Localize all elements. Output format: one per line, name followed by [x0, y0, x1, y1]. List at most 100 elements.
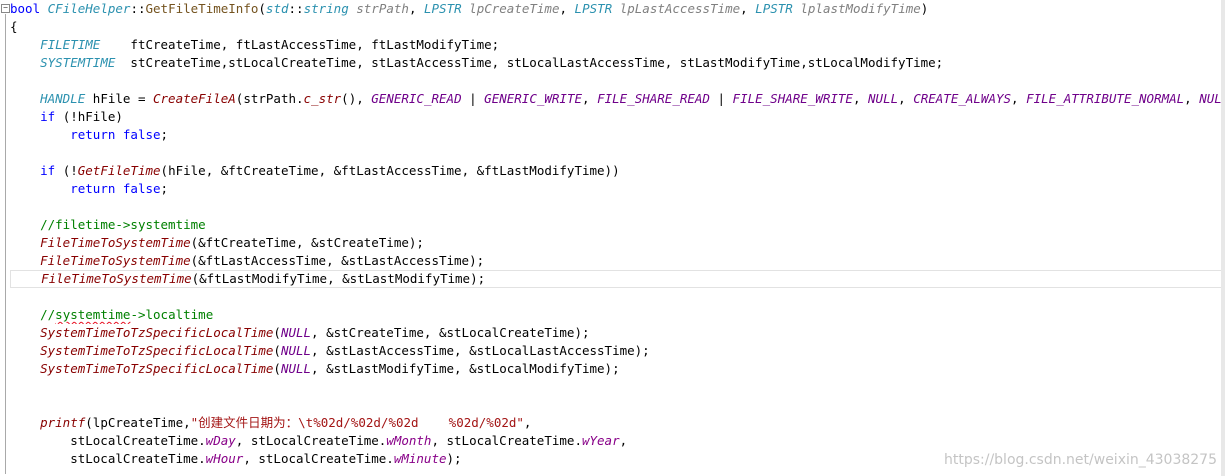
code-token-func-sys: FileTimeToSystemTime: [40, 235, 191, 250]
code-token-plain: , &stLastModifyTime, &stLocalModifyTime)…: [311, 361, 620, 376]
code-line[interactable]: stLocalCreateTime.wDay, stLocalCreateTim…: [10, 432, 1225, 450]
code-token-func-sys: FileTimeToSystemTime: [41, 271, 192, 286]
code-token-param: lpLastAccessTime: [619, 1, 741, 16]
code-line[interactable]: bool CFileHelper::GetFileTimeInfo(std::s…: [10, 0, 1225, 18]
code-token-plain: (),: [341, 91, 372, 106]
code-token-plain: (: [258, 1, 266, 16]
code-token-keyword: return: [70, 127, 116, 142]
code-token-plain: |: [709, 91, 733, 106]
code-token-keyword: false: [122, 127, 161, 142]
code-token-plain: );: [446, 451, 462, 466]
code-token-func-sys: c_str: [303, 91, 342, 106]
code-token-keyword: bool: [10, 1, 41, 16]
code-token-member: wHour: [205, 451, 244, 466]
code-token-plain: (!: [55, 163, 78, 178]
code-token-func-user: GetFileTimeInfo: [145, 1, 259, 16]
code-token-plain: hFile =: [85, 91, 153, 106]
code-line[interactable]: [10, 396, 1225, 414]
code-line[interactable]: //systemtime->localtime: [10, 306, 1225, 324]
code-line[interactable]: //filetime->systemtime: [10, 216, 1225, 234]
code-token-plain: ,: [408, 1, 424, 16]
code-line[interactable]: printf(lpCreateTime,"创建文件日期为：\t%02d/%02d…: [10, 414, 1225, 432]
code-token-plain: , stLocalCreateTime.: [235, 433, 387, 448]
code-editor[interactable]: − bool CFileHelper::GetFileTimeInfo(std:…: [0, 0, 1225, 476]
code-token-type: string: [303, 1, 349, 16]
code-token-plain: (lpCreateTime,: [85, 415, 191, 430]
code-token-param: lplastModifyTime: [800, 1, 921, 16]
code-token-plain: ,: [619, 433, 628, 448]
code-token-plain: ::: [288, 1, 304, 16]
code-line[interactable]: FileTimeToSystemTime(&ftLastModifyTime, …: [10, 270, 1223, 288]
code-token-macro: NULL: [868, 91, 899, 106]
code-token-plain: ftCreateTime, ftLastAccessTime, ftLastMo…: [100, 37, 500, 52]
code-line[interactable]: SystemTimeToTzSpecificLocalTime(NULL, &s…: [10, 360, 1225, 378]
code-token-macro: GENERIC_READ: [371, 91, 462, 106]
code-token-member: wDay: [205, 433, 236, 448]
code-line[interactable]: return false;: [10, 180, 1225, 198]
code-line[interactable]: SystemTimeToTzSpecificLocalTime(NULL, &s…: [10, 324, 1225, 342]
code-token-plain: , stLocalCreateTime.: [243, 451, 394, 466]
code-token-plain: , stLocalCreateTime.: [431, 433, 582, 448]
code-line[interactable]: FileTimeToSystemTime(&ftCreateTime, &stC…: [10, 234, 1225, 252]
code-line[interactable]: [10, 378, 1225, 396]
code-token-func-sys: SystemTimeToTzSpecificLocalTime: [40, 325, 274, 340]
code-token-func-sys: SystemTimeToTzSpecificLocalTime: [40, 343, 274, 358]
code-token-plain: ): [920, 1, 929, 16]
code-line[interactable]: [10, 288, 1225, 306]
code-token-param: strPath: [356, 1, 409, 16]
code-area[interactable]: bool CFileHelper::GetFileTimeInfo(std::s…: [10, 0, 1225, 468]
code-line[interactable]: if (!hFile): [10, 108, 1225, 126]
code-token-func-sys: GetFileTime: [77, 163, 161, 178]
code-line[interactable]: [10, 72, 1225, 90]
code-token-plain: ;: [160, 181, 169, 196]
vertical-scrollbar[interactable]: [1221, 0, 1225, 476]
code-token-macro: NULL: [280, 361, 312, 376]
code-line[interactable]: FileTimeToSystemTime(&ftLastAccessTime, …: [10, 252, 1225, 270]
code-line[interactable]: [10, 198, 1225, 216]
code-line[interactable]: return false;: [10, 126, 1225, 144]
code-token-plain: |: [461, 91, 485, 106]
code-token-plain: (&ftLastModifyTime, &stLastModifyTime);: [191, 271, 486, 286]
code-token-type: FILETIME: [40, 37, 101, 52]
code-token-plain: (: [273, 343, 281, 358]
code-line[interactable]: if (!GetFileTime(hFile, &ftCreateTime, &…: [10, 162, 1225, 180]
code-token-plain: , &stLastAccessTime, &stLocalLastAccessT…: [311, 343, 650, 358]
code-token-plain: ,: [852, 91, 869, 106]
code-line[interactable]: HANDLE hFile = CreateFileA(strPath.c_str…: [10, 90, 1225, 108]
code-token-macro: GENERIC_WRITE: [484, 91, 583, 106]
code-token-plain: (&ftCreateTime, &stCreateTime);: [190, 235, 424, 250]
code-line[interactable]: {: [10, 18, 1225, 36]
code-token-type: LPSTR: [755, 1, 793, 16]
code-token-string: "创建文件日期为：\t%02d/%02d/%02d %02d/%02d": [190, 415, 524, 430]
code-token-func-sys: printf: [40, 415, 86, 430]
code-token-plain: stLocalCreateTime.: [10, 451, 206, 466]
code-line[interactable]: [10, 144, 1225, 162]
code-token-type: LPSTR: [574, 1, 613, 16]
code-token-comment: //filetime->systemtime: [40, 217, 206, 232]
code-token-type: HANDLE: [40, 91, 86, 106]
code-line[interactable]: SystemTimeToTzSpecificLocalTime(NULL, &s…: [10, 342, 1225, 360]
code-token-plain: (!hFile): [55, 109, 123, 124]
code-token-plain: (strPath.: [235, 91, 304, 106]
code-token-comment: systemtime: [55, 307, 131, 322]
code-token-plain: ,: [559, 1, 575, 16]
code-line[interactable]: SYSTEMTIME stCreateTime,stLocalCreateTim…: [10, 54, 1225, 72]
code-line[interactable]: FILETIME ftCreateTime, ftLastAccessTime,…: [10, 36, 1225, 54]
code-token-macro: NULL: [280, 343, 312, 358]
collapse-region-icon[interactable]: −: [1, 4, 10, 13]
code-token-plain: ,: [898, 91, 914, 106]
code-token-plain: stLocalCreateTime.: [10, 433, 206, 448]
code-token-plain: ::: [130, 1, 146, 16]
